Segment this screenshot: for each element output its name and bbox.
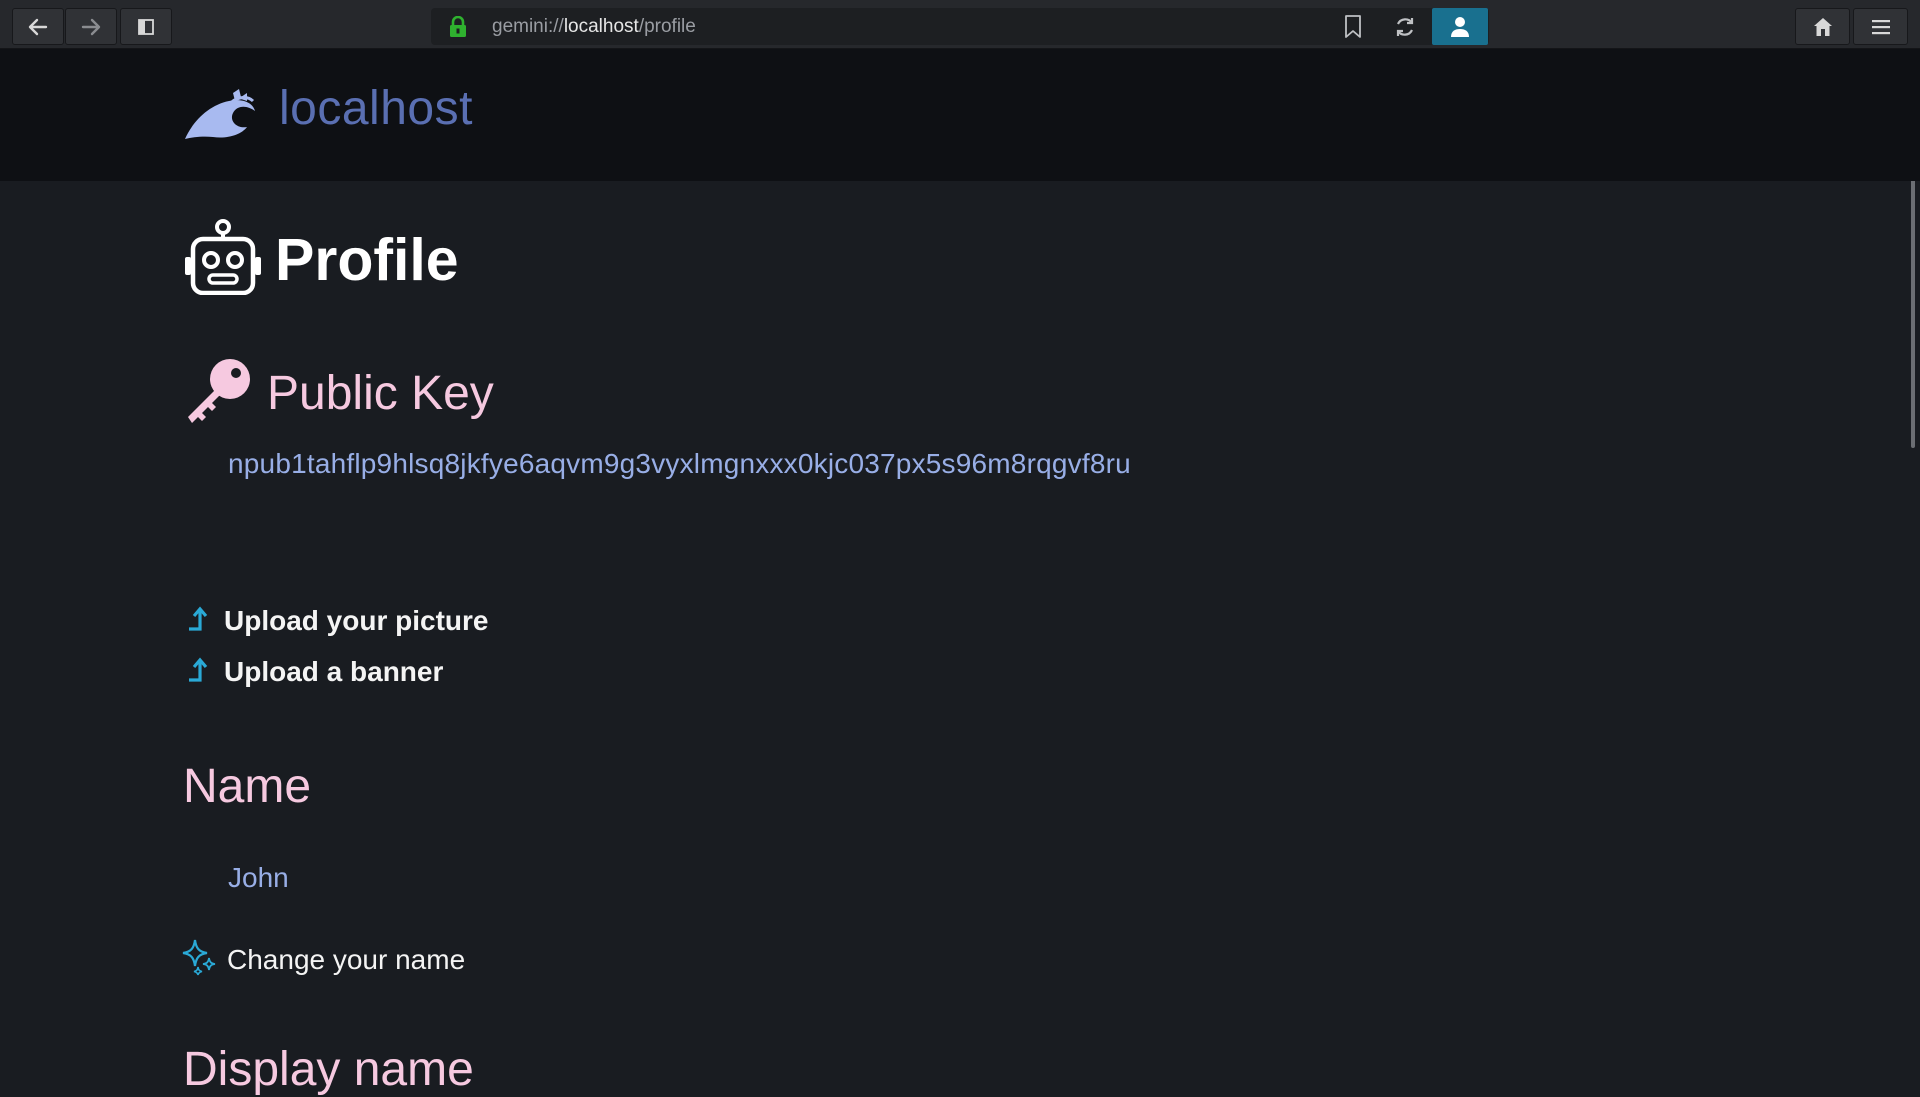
page-heading: Profile [184, 219, 459, 300]
menu-button[interactable] [1853, 8, 1908, 45]
reload-button[interactable] [1385, 8, 1425, 45]
identity-button[interactable] [1432, 8, 1488, 45]
identity-icon [1451, 16, 1469, 37]
url-scheme: gemini:// [492, 16, 564, 37]
home-icon [1813, 17, 1832, 36]
name-value: John [228, 862, 289, 893]
back-button[interactable] [12, 8, 64, 45]
upload-arrow-icon [187, 657, 209, 688]
change-name-link[interactable]: Change your name [181, 938, 465, 981]
upload-arrow-icon [187, 606, 209, 637]
forward-button[interactable] [65, 8, 117, 45]
page-title: Profile [275, 226, 459, 293]
forward-arrow-icon [81, 18, 101, 35]
robot-icon [184, 219, 262, 300]
upload-picture-link[interactable]: Upload your picture [187, 605, 488, 637]
upload-banner-link[interactable]: Upload a banner [187, 656, 443, 688]
sidebar-toggle-button[interactable] [120, 8, 172, 45]
home-button[interactable] [1795, 8, 1850, 45]
site-banner: localhost [0, 49, 1920, 181]
site-title: localhost [279, 82, 473, 135]
upload-picture-label: Upload your picture [224, 605, 489, 636]
url-path: /profile [638, 16, 696, 37]
key-icon [184, 357, 252, 430]
change-name-label: Change your name [227, 943, 466, 975]
name-heading: Name [183, 760, 312, 813]
public-key-value: npub1tahflp9hlsq8jkfye6aqvm9g3vyxlmgnxxx… [228, 448, 1131, 479]
sidebar-toggle-icon [138, 18, 154, 35]
reload-icon [1396, 17, 1414, 36]
wave-icon [183, 89, 257, 146]
back-arrow-icon [28, 18, 48, 35]
url-text[interactable]: gemini://localhost/profile [492, 8, 696, 45]
sparkle-icon [181, 938, 217, 981]
menu-icon [1871, 19, 1890, 34]
upload-banner-label: Upload a banner [224, 656, 444, 687]
url-host: localhost [563, 16, 639, 37]
lock-icon [449, 15, 467, 43]
display-name-heading: Display name [183, 1043, 474, 1096]
bookmark-icon [1345, 14, 1361, 38]
browser-toolbar: gemini://localhost/profile [0, 0, 1920, 49]
address-bar[interactable]: gemini://localhost/profile [431, 8, 1489, 45]
public-key-heading: Public Key [184, 357, 494, 430]
public-key-title: Public Key [267, 367, 494, 420]
bookmark-button[interactable] [1333, 8, 1373, 45]
